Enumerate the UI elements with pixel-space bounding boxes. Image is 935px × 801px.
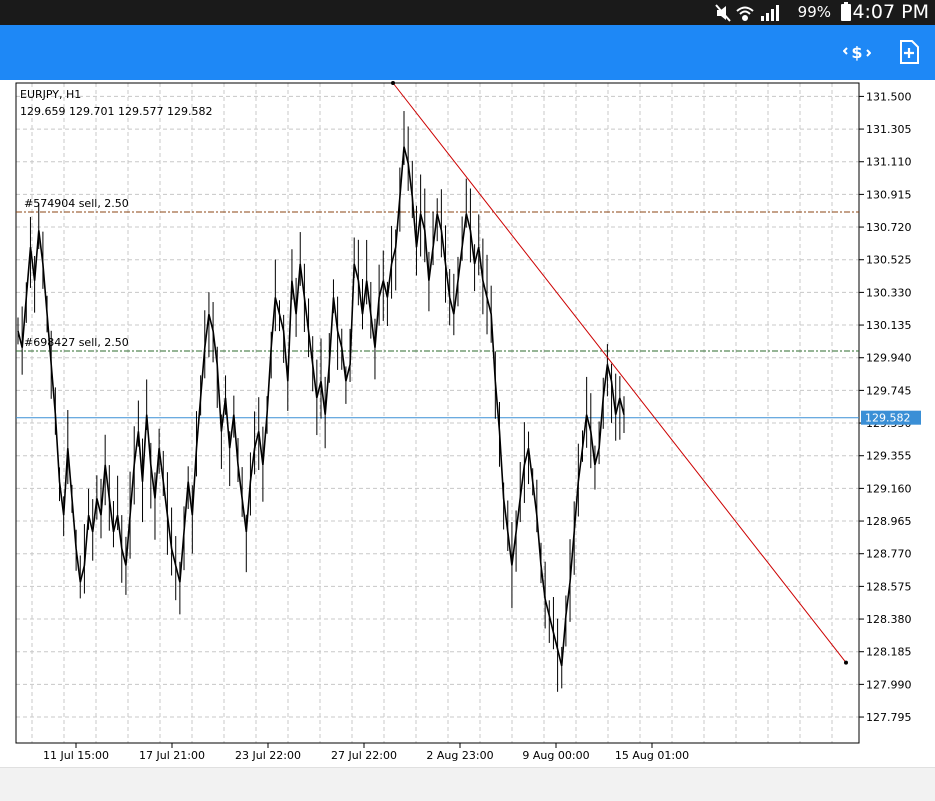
x-tick-label: 11 Jul 15:00 (43, 749, 109, 762)
x-tick-label: 2 Aug 23:00 (426, 749, 493, 762)
signal-icon (761, 5, 779, 21)
y-tick-label: 131.305 (866, 123, 912, 136)
bottom-bar (0, 767, 935, 801)
current-price-tag: 129.582 (861, 410, 921, 425)
trendline-start-handle (391, 81, 395, 85)
y-tick-label: 127.795 (866, 711, 912, 724)
y-tick-label: 131.500 (866, 90, 912, 103)
y-tick-label: 130.135 (866, 319, 912, 332)
y-tick-label: 130.720 (866, 221, 912, 234)
x-tick-label: 15 Aug 01:00 (615, 749, 689, 762)
svg-text:$: $ (851, 43, 862, 62)
trendline[interactable] (391, 81, 848, 665)
y-tick-label: 130.915 (866, 188, 912, 201)
clock: 4:07 PM (852, 1, 929, 23)
order-label: #574904 sell, 2.50 (24, 197, 129, 210)
status-bar: 99% 4:07 PM (0, 0, 935, 25)
ohlc-label: 129.659 129.701 129.577 129.582 (20, 105, 212, 118)
y-tick-label: 129.745 (866, 384, 912, 397)
status-icons (715, 4, 779, 22)
y-tick-label: 129.940 (866, 352, 912, 365)
app-toolbar: $ (0, 25, 935, 80)
x-tick-label: 17 Jul 21:00 (139, 749, 205, 762)
y-tick-label: 131.110 (866, 156, 912, 169)
price-tag-text: 129.582 (865, 412, 911, 425)
plot-frame (15, 82, 860, 744)
price-chart[interactable]: #574904 sell, 2.50 #698427 sell, 2.50 131… (0, 80, 935, 767)
trendline-end-handle (844, 660, 848, 665)
x-tick-label: 27 Jul 22:00 (331, 749, 397, 762)
y-tick-label: 130.525 (866, 254, 912, 267)
y-tick-label: 128.770 (866, 548, 912, 561)
mute-icon (715, 4, 731, 22)
y-tick-label: 129.355 (866, 450, 912, 463)
new-document-icon[interactable] (895, 38, 923, 66)
y-tick-label: 130.330 (866, 286, 912, 299)
wifi-icon (736, 6, 754, 21)
order-label: #698427 sell, 2.50 (24, 336, 129, 349)
x-tick-label: 9 Aug 00:00 (522, 749, 589, 762)
y-tick-label: 128.380 (866, 613, 912, 626)
trendline-line (392, 82, 847, 663)
y-tick-label: 128.965 (866, 515, 912, 528)
symbol-label: EURJPY, H1 (20, 88, 81, 101)
y-tick-label: 128.575 (866, 580, 912, 593)
x-tick-label: 23 Jul 22:00 (235, 749, 301, 762)
y-tick-label: 128.185 (866, 646, 912, 659)
trade-money-icon[interactable]: $ (843, 38, 871, 66)
battery-percent: 99% (797, 3, 831, 21)
y-tick-label: 129.160 (866, 482, 912, 495)
chart-area[interactable]: #574904 sell, 2.50 #698427 sell, 2.50 131… (0, 80, 935, 767)
y-axis: 131.500 131.305 131.110 130.915 130.720 130.5… (859, 90, 912, 724)
chart-grid (16, 83, 859, 743)
battery-icon (841, 2, 851, 21)
x-axis: 11 Jul 15:00 17 Jul 21:00 23 Jul 22:00 27 J… (43, 743, 689, 762)
y-tick-label: 127.990 (866, 678, 912, 691)
